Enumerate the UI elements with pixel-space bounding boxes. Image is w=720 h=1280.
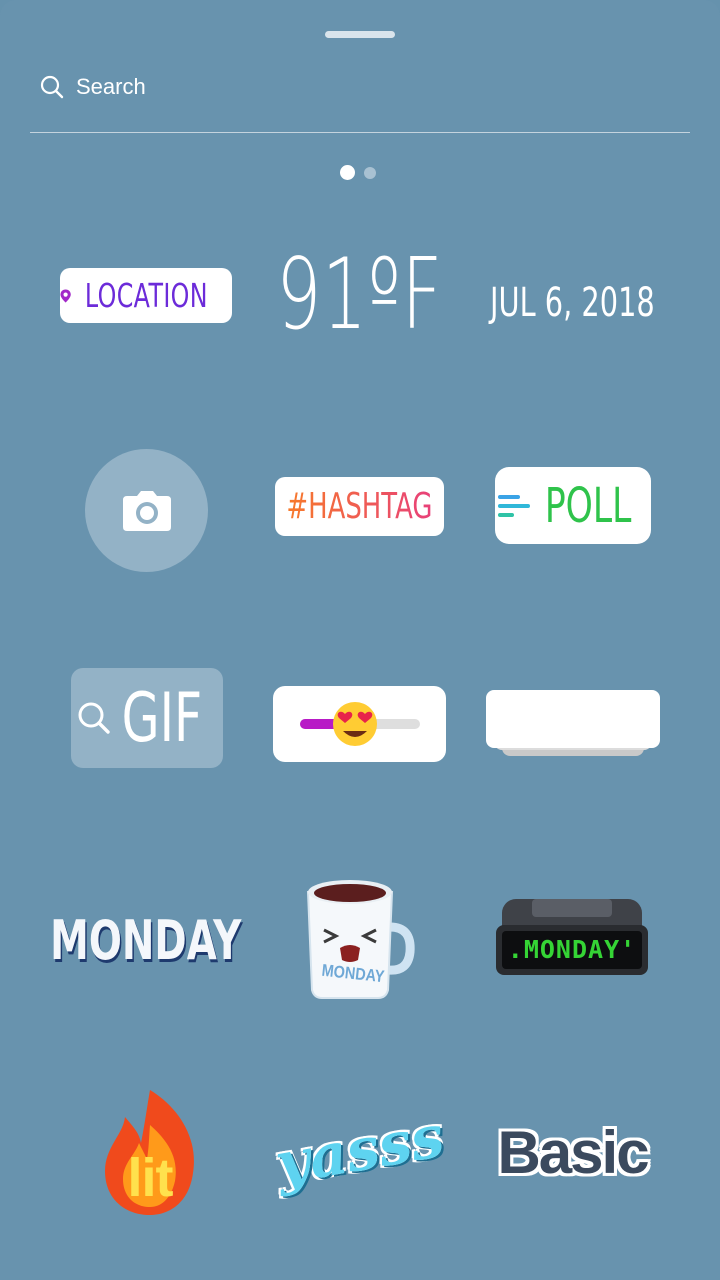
yass-sticker[interactable]: yasss — [271, 1100, 449, 1200]
temperature-sticker[interactable]: 91ºF — [265, 238, 455, 352]
monday-clock-sticker[interactable]: .MONDAY' — [492, 895, 652, 980]
camera-icon — [122, 490, 171, 531]
poll-sticker[interactable]: POLL — [495, 467, 651, 544]
camera-sticker[interactable] — [85, 449, 208, 572]
questions-sticker[interactable]: QUESTIONS — [486, 690, 660, 762]
monday-label: MONDAY — [50, 908, 242, 972]
heart-eyes-emoji-icon — [332, 702, 377, 746]
location-pin-icon — [60, 288, 71, 303]
basic-label: Basic — [497, 1119, 649, 1186]
location-sticker[interactable]: LOCATION — [60, 268, 232, 323]
basic-sticker[interactable]: Basic — [497, 1110, 649, 1195]
poll-lines-icon — [497, 494, 530, 517]
monday-text-sticker[interactable]: MONDAY — [50, 905, 241, 975]
emoji-slider-sticker[interactable] — [273, 686, 446, 762]
temperature-label: 91ºF — [276, 238, 444, 352]
lit-label: lit — [127, 1148, 174, 1208]
monday-mug-sticker[interactable]: MONDAY — [300, 872, 420, 1002]
questions-text: QUESTIONS — [497, 698, 649, 740]
divider — [30, 132, 690, 133]
search-input[interactable]: Search — [76, 74, 146, 100]
search-icon — [78, 702, 110, 734]
questions-label: QUESTIONS — [486, 690, 660, 748]
gif-sticker[interactable]: GIF — [71, 668, 223, 768]
hashtag-label: #HASHTAG — [286, 486, 433, 527]
yass-label: yasss — [270, 1101, 450, 1199]
date-label: JUL 6, 2018 — [490, 279, 655, 326]
drag-handle[interactable] — [325, 31, 395, 38]
lit-sticker[interactable]: lit — [95, 1085, 205, 1220]
gif-label: GIF — [121, 678, 203, 758]
hashtag-sticker[interactable]: #HASHTAG — [275, 477, 444, 536]
poll-label: POLL — [544, 477, 632, 534]
sticker-tray: Search LOCATION 91ºF JUL 6, 2018 #HASHTA… — [0, 0, 720, 1280]
page-dot — [364, 167, 376, 179]
search-bar[interactable]: Search — [40, 70, 146, 104]
page-dot-active — [340, 165, 355, 180]
emoji-slider-track — [299, 702, 420, 746]
clock-label: .MONDAY' — [507, 935, 637, 964]
date-sticker[interactable]: JUL 6, 2018 — [475, 275, 670, 330]
location-label: LOCATION — [85, 276, 209, 315]
search-icon — [40, 75, 64, 99]
page-indicator — [340, 165, 376, 180]
